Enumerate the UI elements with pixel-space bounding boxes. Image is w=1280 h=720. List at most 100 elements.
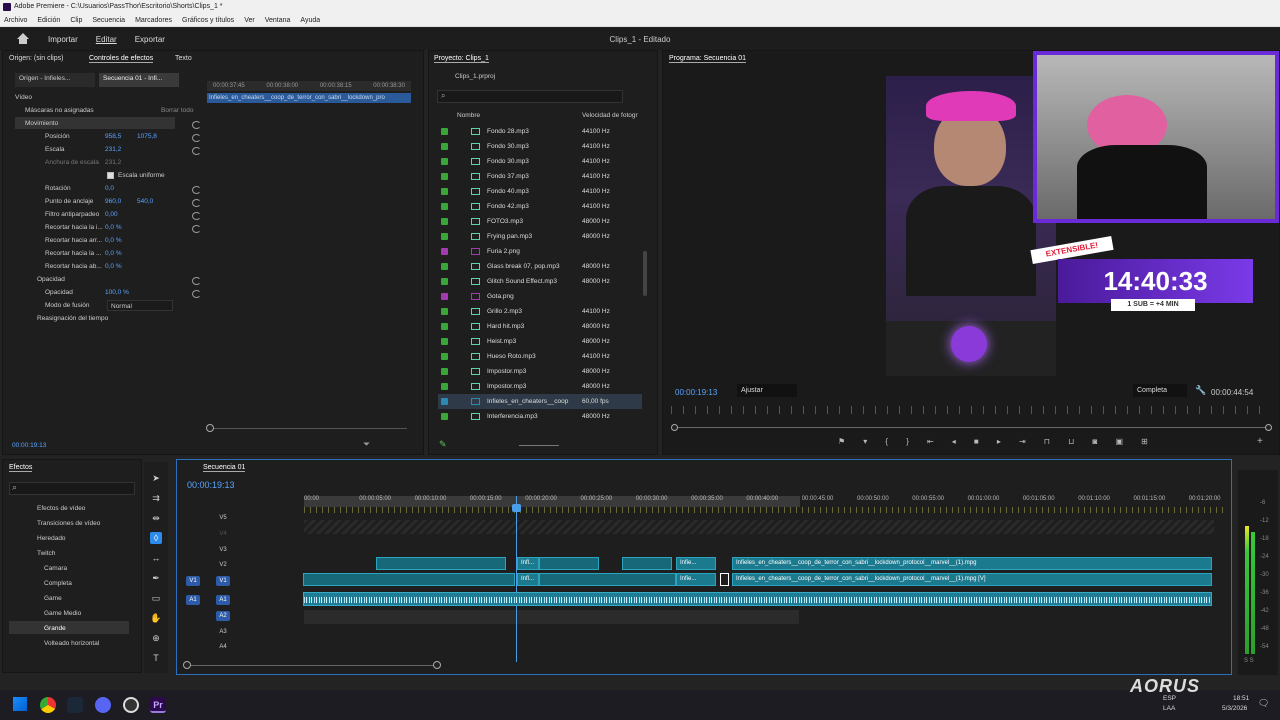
tab-exportar[interactable]: Exportar xyxy=(135,35,165,44)
clip-v2-short[interactable]: Infl... xyxy=(517,557,539,570)
posicion-x[interactable]: 958,5 xyxy=(105,130,121,143)
blend-mode-select[interactable]: Normal xyxy=(107,300,173,311)
meter-solo-labels[interactable]: S S xyxy=(1244,658,1254,664)
ripple-edit-icon[interactable]: ⇹ xyxy=(150,512,162,524)
clock-date[interactable]: 5/3/2026 xyxy=(1222,705,1247,712)
menu-ayuda[interactable]: Ayuda xyxy=(300,14,320,26)
menu-clip[interactable]: Clip xyxy=(70,14,82,26)
ec-scroll-handle[interactable] xyxy=(206,424,214,432)
reset-icon[interactable] xyxy=(192,225,201,233)
project-file-row[interactable]: Infieles_en_cheaters__coop 60,00 fps xyxy=(438,394,642,409)
source-v1[interactable]: V1 xyxy=(186,576,200,586)
ec-scroll-track[interactable] xyxy=(209,428,407,429)
tab-origen[interactable]: Origen: (sin clips) xyxy=(9,55,63,62)
menu-ventana[interactable]: Ventana xyxy=(265,14,291,26)
posicion-y[interactable]: 1075,8 xyxy=(137,130,157,143)
track-label[interactable]: V3 xyxy=(216,545,230,555)
filter-icon[interactable]: ⏷ xyxy=(363,439,370,450)
tab-efectos[interactable]: Efectos xyxy=(9,464,33,472)
label-color-swatch[interactable] xyxy=(441,413,448,420)
project-file-row[interactable]: Glitch Sound Effect.mp3 48000 Hz xyxy=(438,274,642,289)
label-color-swatch[interactable] xyxy=(441,158,448,165)
bracket-in-icon[interactable]: { xyxy=(885,437,888,449)
clip-selected-marker[interactable] xyxy=(720,573,729,586)
play-icon[interactable]: ▸ xyxy=(997,437,1001,449)
marker-icon[interactable]: ▾ xyxy=(863,437,867,449)
lang-label[interactable]: ESP xyxy=(1163,695,1176,702)
export-frame-icon[interactable]: ◙ xyxy=(1093,437,1098,449)
rectangle-tool-icon[interactable]: ▭ xyxy=(150,592,162,604)
project-file-row[interactable]: Fondo 37.mp3 44100 Hz xyxy=(438,169,642,184)
tab-secuencia[interactable]: Secuencia 01 xyxy=(203,464,246,472)
ec-ruler[interactable]: 00:00:37:45 00:00:38:00 00:00:38:15 00:0… xyxy=(207,81,411,91)
track-label[interactable]: A4 xyxy=(216,642,230,652)
quality-select[interactable]: Completa xyxy=(1133,384,1187,397)
project-file-row[interactable]: Heist.mp3 48000 Hz xyxy=(438,334,642,349)
obs-icon[interactable] xyxy=(123,697,139,713)
timeline-scrollbar[interactable] xyxy=(187,665,437,666)
timeline-scroll-right[interactable] xyxy=(433,661,441,669)
tab-controles-efectos[interactable]: Controles de efectos xyxy=(89,55,154,63)
add-button-icon[interactable]: + xyxy=(1257,436,1263,447)
discord-icon[interactable] xyxy=(95,697,111,713)
fit-select[interactable]: Ajustar xyxy=(737,384,797,397)
effects-item[interactable]: Game xyxy=(44,592,62,605)
tab-editar[interactable]: Editar xyxy=(96,35,117,44)
program-timecode[interactable]: 00:00:19:13 xyxy=(675,388,717,397)
project-file-row[interactable]: Hueso Roto.mp3 44100 Hz xyxy=(438,349,642,364)
reset-icon[interactable] xyxy=(192,277,201,285)
zoom-tool-icon[interactable]: ⊕ xyxy=(150,632,162,644)
col-velocidad[interactable]: Velocidad de fotogr xyxy=(582,112,638,119)
label-color-swatch[interactable] xyxy=(441,218,448,225)
compare-icon[interactable]: ▣ xyxy=(1115,437,1123,449)
step-back-icon[interactable]: ◂ xyxy=(952,437,956,449)
effects-search-input[interactable] xyxy=(9,482,135,495)
wrench-icon[interactable]: 🔧 xyxy=(1195,385,1206,396)
tab-texto[interactable]: Texto xyxy=(175,55,192,62)
tab-proyecto[interactable]: Proyecto: Clips_1 xyxy=(434,55,489,63)
label-color-swatch[interactable] xyxy=(441,128,448,135)
project-file-row[interactable]: Fondo 42.mp3 44100 Hz xyxy=(438,199,642,214)
project-file-row[interactable]: Grillo 2.mp3 44100 Hz xyxy=(438,304,642,319)
effects-item[interactable]: Volteado horizontal xyxy=(44,637,99,650)
escala-value[interactable]: 231,2 xyxy=(105,143,121,156)
menu-archivo[interactable]: Archivo xyxy=(4,14,27,26)
label-color-swatch[interactable] xyxy=(441,308,448,315)
tab-importar[interactable]: Importar xyxy=(48,35,78,44)
track-label[interactable]: A2 xyxy=(216,611,230,621)
label-color-swatch[interactable] xyxy=(441,173,448,180)
label-color-swatch[interactable] xyxy=(441,293,448,300)
program-ruler[interactable] xyxy=(671,406,1271,414)
anclaje-x[interactable]: 960,0 xyxy=(105,195,121,208)
reset-icon[interactable] xyxy=(192,212,201,220)
reset-icon[interactable] xyxy=(192,199,201,207)
rotacion-value[interactable]: 0,0 xyxy=(105,182,114,195)
selection-tool-icon[interactable]: ➤ xyxy=(150,472,162,484)
anclaje-y[interactable]: 540,0 xyxy=(137,195,153,208)
windows-start-icon[interactable] xyxy=(13,697,27,711)
region-label[interactable]: LAA xyxy=(1163,705,1175,712)
recortar-ab-value[interactable]: 0,0 % xyxy=(105,260,122,273)
reset-icon[interactable] xyxy=(192,186,201,194)
effects-item[interactable]: Twitch xyxy=(37,547,55,560)
timeline-timecode[interactable]: 00:00:19:13 xyxy=(187,480,235,490)
home-icon[interactable] xyxy=(16,33,30,45)
project-file-row[interactable]: Gota.png xyxy=(438,289,642,304)
reset-icon[interactable] xyxy=(192,290,201,298)
track-label[interactable]: V4 xyxy=(216,529,230,539)
scroll-handle-right[interactable] xyxy=(1265,424,1272,431)
project-file-row[interactable]: Impostor.mp3 48000 Hz xyxy=(438,379,642,394)
project-search-input[interactable] xyxy=(437,90,623,103)
project-file-row[interactable]: Glass break 07, pop.mp3 48000 Hz xyxy=(438,259,642,274)
recortar-arr-value[interactable]: 0,0 % xyxy=(105,234,122,247)
chrome-icon[interactable] xyxy=(40,697,56,713)
clip-v2-short[interactable]: Infie... xyxy=(676,557,716,570)
label-color-swatch[interactable] xyxy=(441,263,448,270)
pencil-icon[interactable]: ✎ xyxy=(439,439,447,450)
project-file-row[interactable]: Hard hit.mp3 48000 Hz xyxy=(438,319,642,334)
effects-item[interactable]: Heredado xyxy=(37,532,66,545)
tab-programa[interactable]: Programa: Secuencia 01 xyxy=(669,55,747,63)
stop-icon[interactable]: ■ xyxy=(974,437,979,449)
col-nombre[interactable]: Nombre xyxy=(457,112,480,119)
label-color-swatch[interactable] xyxy=(441,248,448,255)
